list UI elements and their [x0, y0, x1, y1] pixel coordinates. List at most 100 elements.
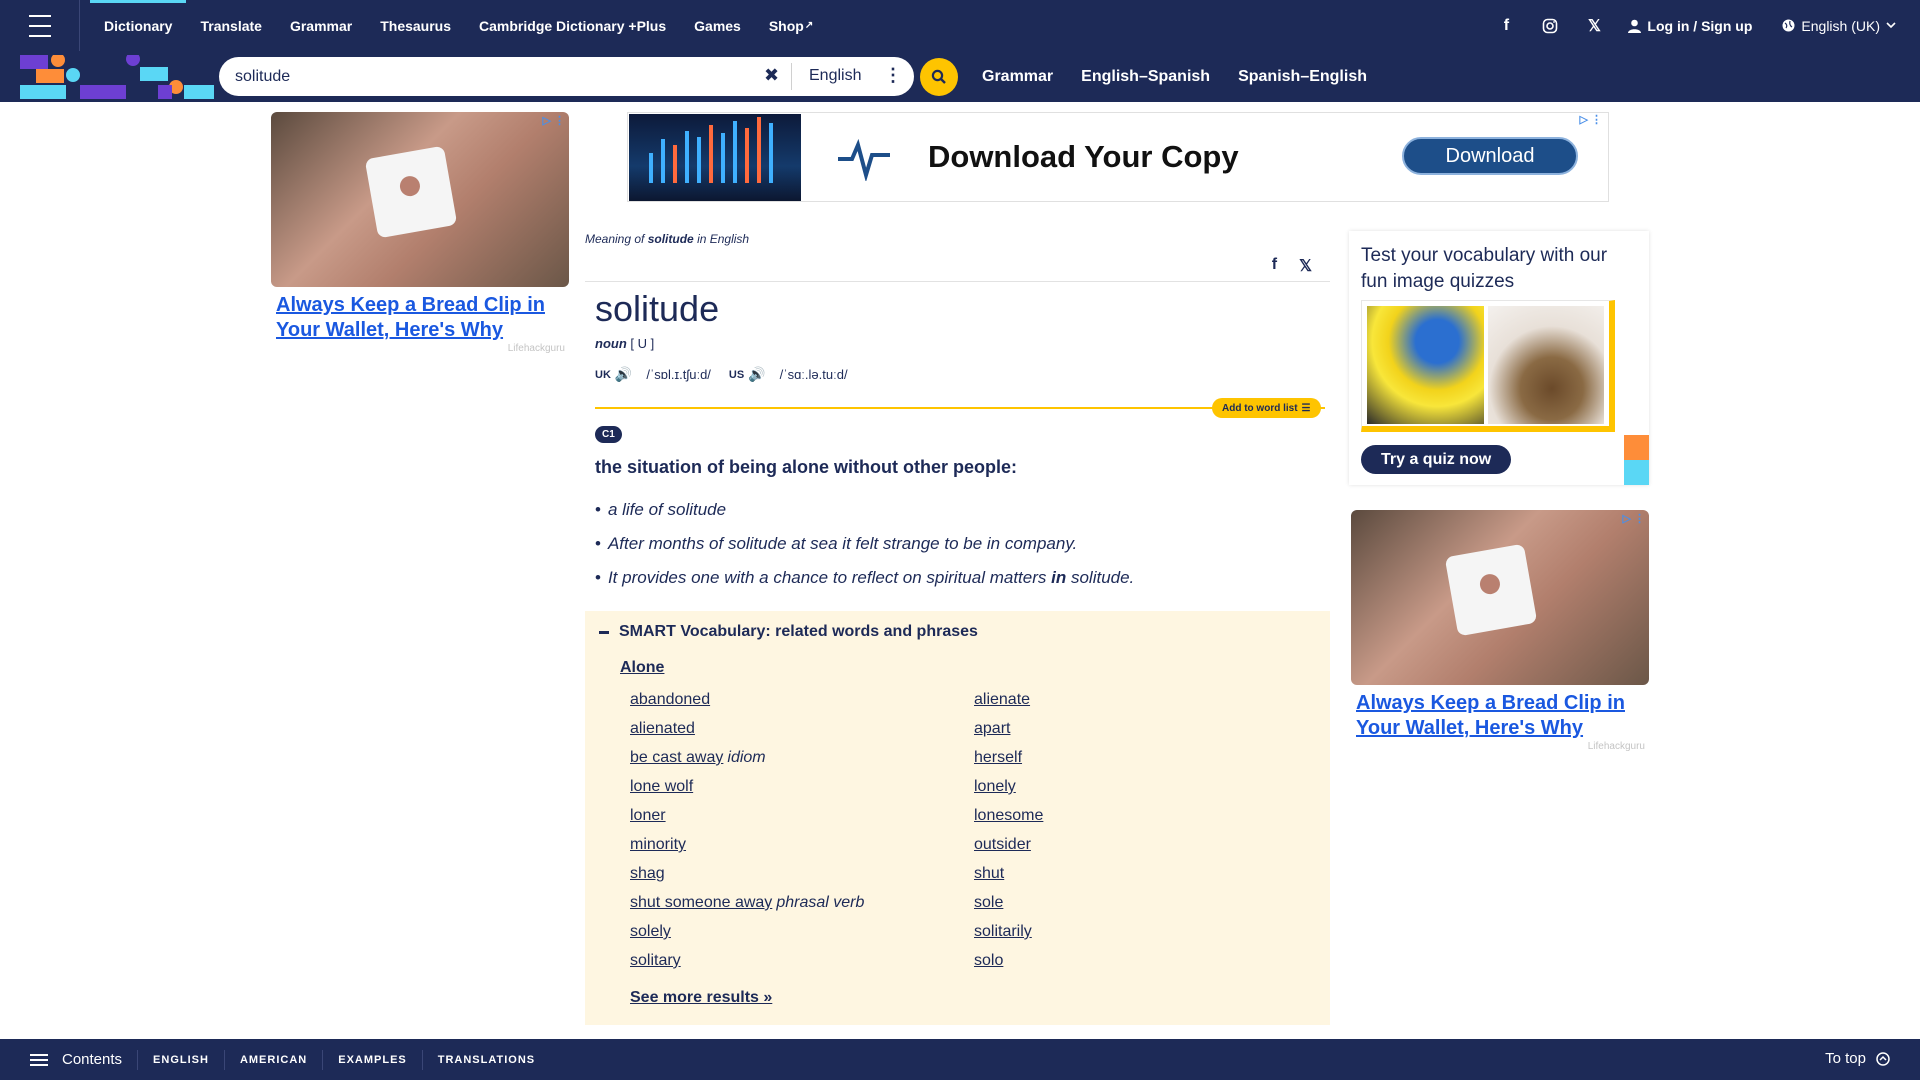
related-word-link[interactable]: outsider — [974, 836, 1031, 853]
related-word-item: lone wolf — [630, 778, 864, 807]
language-selector[interactable]: English (UK) — [1782, 18, 1896, 34]
ad-image[interactable]: ▷ ⋮ — [1351, 510, 1649, 685]
share-tools: f 𝕏 — [1272, 256, 1312, 276]
grammar-code: [ U ] — [630, 336, 655, 351]
related-word-item: loner — [630, 807, 864, 836]
arrow-up-icon — [1876, 1051, 1890, 1066]
uk-ipa: /ˈsɒl.ɪ.tʃuːd/ — [646, 367, 711, 382]
download-button[interactable]: Download — [1402, 137, 1578, 175]
add-to-word-list-button[interactable]: Add to word list ☰ — [1212, 398, 1321, 418]
more-options-icon[interactable]: ⋮ — [884, 65, 902, 86]
related-word-item: minority — [630, 836, 864, 865]
nav-grammar[interactable]: Grammar — [276, 0, 366, 51]
try-quiz-button[interactable]: Try a quiz now — [1361, 445, 1512, 474]
x-icon[interactable]: 𝕏 — [1572, 0, 1616, 51]
related-word-link[interactable]: minority — [630, 836, 686, 853]
facebook-share-icon[interactable]: f — [1272, 256, 1277, 276]
search-button[interactable] — [920, 58, 958, 96]
related-word-link[interactable]: lone wolf — [630, 778, 693, 795]
to-top-button[interactable]: To top — [1825, 1050, 1890, 1067]
related-word-item: sole — [974, 894, 1043, 923]
cambridge-logo[interactable] — [18, 55, 216, 102]
headword: solitude — [595, 288, 720, 329]
tab-american[interactable]: AMERICAN — [240, 1054, 307, 1066]
meaning-word: solitude — [647, 232, 694, 246]
related-word-link[interactable]: sole — [974, 894, 1003, 911]
related-word-link[interactable]: alienated — [630, 720, 695, 737]
see-more-results-link[interactable]: See more results » — [630, 989, 772, 1007]
bottom-bar: Contents ENGLISH AMERICAN EXAMPLES TRANS… — [0, 1039, 1920, 1080]
tab-english[interactable]: ENGLISH — [153, 1054, 209, 1066]
related-word-item: herself — [974, 749, 1043, 778]
quiz-images[interactable] — [1361, 300, 1615, 432]
x-share-icon[interactable]: 𝕏 — [1299, 256, 1312, 276]
adchoices-icon[interactable]: ▷ ⋮ — [1622, 512, 1645, 525]
dictionary-select[interactable]: English — [809, 67, 861, 85]
nav-shop[interactable]: Shop ↗ — [755, 0, 827, 51]
tab-examples[interactable]: EXAMPLES — [338, 1054, 407, 1066]
adchoices-icon[interactable]: ▷ ⋮ — [1579, 113, 1602, 126]
related-word-link[interactable]: loner — [630, 807, 666, 824]
related-word-link[interactable]: shut — [974, 865, 1004, 882]
smart-vocab-toggle[interactable]: SMART Vocabulary: related words and phra… — [599, 623, 978, 641]
clear-icon[interactable]: ✖ — [764, 65, 779, 86]
tab-translations[interactable]: TRANSLATIONS — [438, 1054, 535, 1066]
search-box: ✖ English ⋮ — [219, 57, 914, 96]
divider — [421, 1049, 423, 1070]
word-type-tag: phrasal verb — [776, 894, 865, 911]
ad-title[interactable]: Always Keep a Bread Clip in Your Wallet,… — [276, 293, 564, 343]
related-words-left: abandoned alienated be cast away idiom lone … — [630, 691, 864, 981]
search-icon — [931, 69, 946, 84]
related-word-link[interactable]: solitary — [630, 952, 681, 969]
us-audio-icon[interactable]: 🔊 — [748, 366, 765, 383]
related-word-link[interactable]: solo — [974, 952, 1003, 969]
related-word-link[interactable]: solely — [630, 923, 671, 940]
facebook-icon[interactable]: f — [1484, 0, 1528, 51]
related-word-link[interactable]: lonesome — [974, 807, 1043, 824]
related-word-link[interactable]: apart — [974, 720, 1010, 737]
related-word-link[interactable]: shag — [630, 865, 665, 882]
example-sentence: After months of solitude at sea it felt … — [595, 534, 1134, 568]
us-ipa: /ˈsɑː.lə.tuːd/ — [779, 367, 848, 382]
nav-dictionary[interactable]: Dictionary — [90, 0, 187, 51]
related-word-link[interactable]: herself — [974, 749, 1022, 766]
list-icon: ☰ — [1301, 402, 1311, 414]
contents-button[interactable]: Contents — [30, 1051, 122, 1069]
banner-headline: Download Your Copy — [928, 139, 1239, 174]
ad-image[interactable]: ▷ ⋮ — [271, 112, 569, 287]
related-word-link[interactable]: be cast away — [630, 749, 723, 766]
quick-link-grammar[interactable]: Grammar — [982, 68, 1053, 86]
nav-games[interactable]: Games — [680, 0, 755, 51]
add-to-word-list-label: Add to word list — [1222, 402, 1298, 414]
related-word-link[interactable]: alienate — [974, 691, 1030, 708]
example-sentence: It provides one with a chance to reflect… — [595, 568, 1134, 602]
bread-clip-image — [1444, 543, 1538, 637]
to-top-label: To top — [1825, 1050, 1866, 1067]
related-word-link[interactable]: solitarily — [974, 923, 1032, 940]
instagram-icon[interactable] — [1528, 0, 1572, 51]
nav-thesaurus[interactable]: Thesaurus — [366, 0, 465, 51]
side-ad-right[interactable]: ▷ ⋮ Always Keep a Bread Clip in Your Wal… — [1351, 510, 1649, 760]
ad-title[interactable]: Always Keep a Bread Clip in Your Wallet,… — [1356, 691, 1644, 741]
related-word-link[interactable]: shut someone away — [630, 894, 772, 911]
chevron-down-icon — [1886, 22, 1896, 29]
search-divider — [791, 63, 792, 90]
quick-link-spanish-english[interactable]: Spanish–English — [1238, 68, 1367, 86]
related-word-item: lonely — [974, 778, 1043, 807]
nav-plus[interactable]: Cambridge Dictionary +Plus — [465, 0, 680, 51]
uk-audio-icon[interactable]: 🔊 — [615, 366, 632, 383]
search-input[interactable] — [235, 67, 755, 86]
smart-vocab-category[interactable]: Alone — [620, 659, 664, 677]
ad-source: Lifehackguru — [507, 343, 565, 354]
related-word-link[interactable]: lonely — [974, 778, 1016, 795]
side-ad-left[interactable]: ▷ ⋮ Always Keep a Bread Clip in Your Wal… — [271, 112, 569, 362]
adchoices-icon[interactable]: ▷ ⋮ — [542, 114, 565, 127]
login-link[interactable]: Log in / Sign up — [1628, 18, 1752, 34]
related-word-link[interactable]: abandoned — [630, 691, 710, 708]
nav-translate[interactable]: Translate — [186, 0, 275, 51]
menu-button[interactable] — [0, 0, 80, 51]
banner-ad[interactable]: Download Your Copy Download ▷ ⋮ — [627, 112, 1609, 202]
pulse-logo-icon — [838, 138, 890, 181]
quick-link-english-spanish[interactable]: English–Spanish — [1081, 68, 1210, 86]
related-word-item: shut — [974, 865, 1043, 894]
